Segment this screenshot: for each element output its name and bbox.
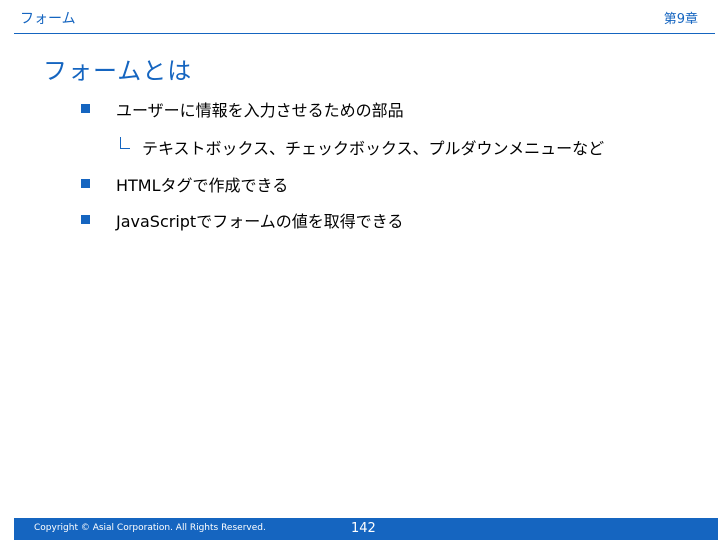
bullet-text: HTMLタグで作成できる [116,176,289,195]
bullet-text: JavaScriptでフォームの値を取得できる [116,212,404,231]
bullet-item: ユーザーに情報を入力させるための部品 [0,97,720,123]
header-divider [14,33,715,34]
slide-title: フォームとは [43,57,193,85]
bullet-item: HTMLタグで作成できる [0,172,720,198]
sub-bullet-item: テキストボックス、チェックボックス、プルダウンメニューなど [0,135,720,161]
page-number: 142 [351,521,376,536]
section-label: フォーム [20,11,76,27]
copyright-text: Copyright © Asial Corporation. All Right… [34,523,266,533]
bullet-square-icon [81,104,90,113]
sub-bullet-text: テキストボックス、チェックボックス、プルダウンメニューなど [142,139,605,158]
bullet-square-icon [81,215,90,224]
bullet-item: JavaScriptでフォームの値を取得できる [0,208,720,234]
bullet-square-icon [81,179,90,188]
bullet-text: ユーザーに情報を入力させるための部品 [116,101,404,120]
footer-bar: Copyright © Asial Corporation. All Right… [14,518,718,540]
sub-bullet-corner-icon [120,137,130,149]
chapter-label: 第9章 [663,12,698,27]
